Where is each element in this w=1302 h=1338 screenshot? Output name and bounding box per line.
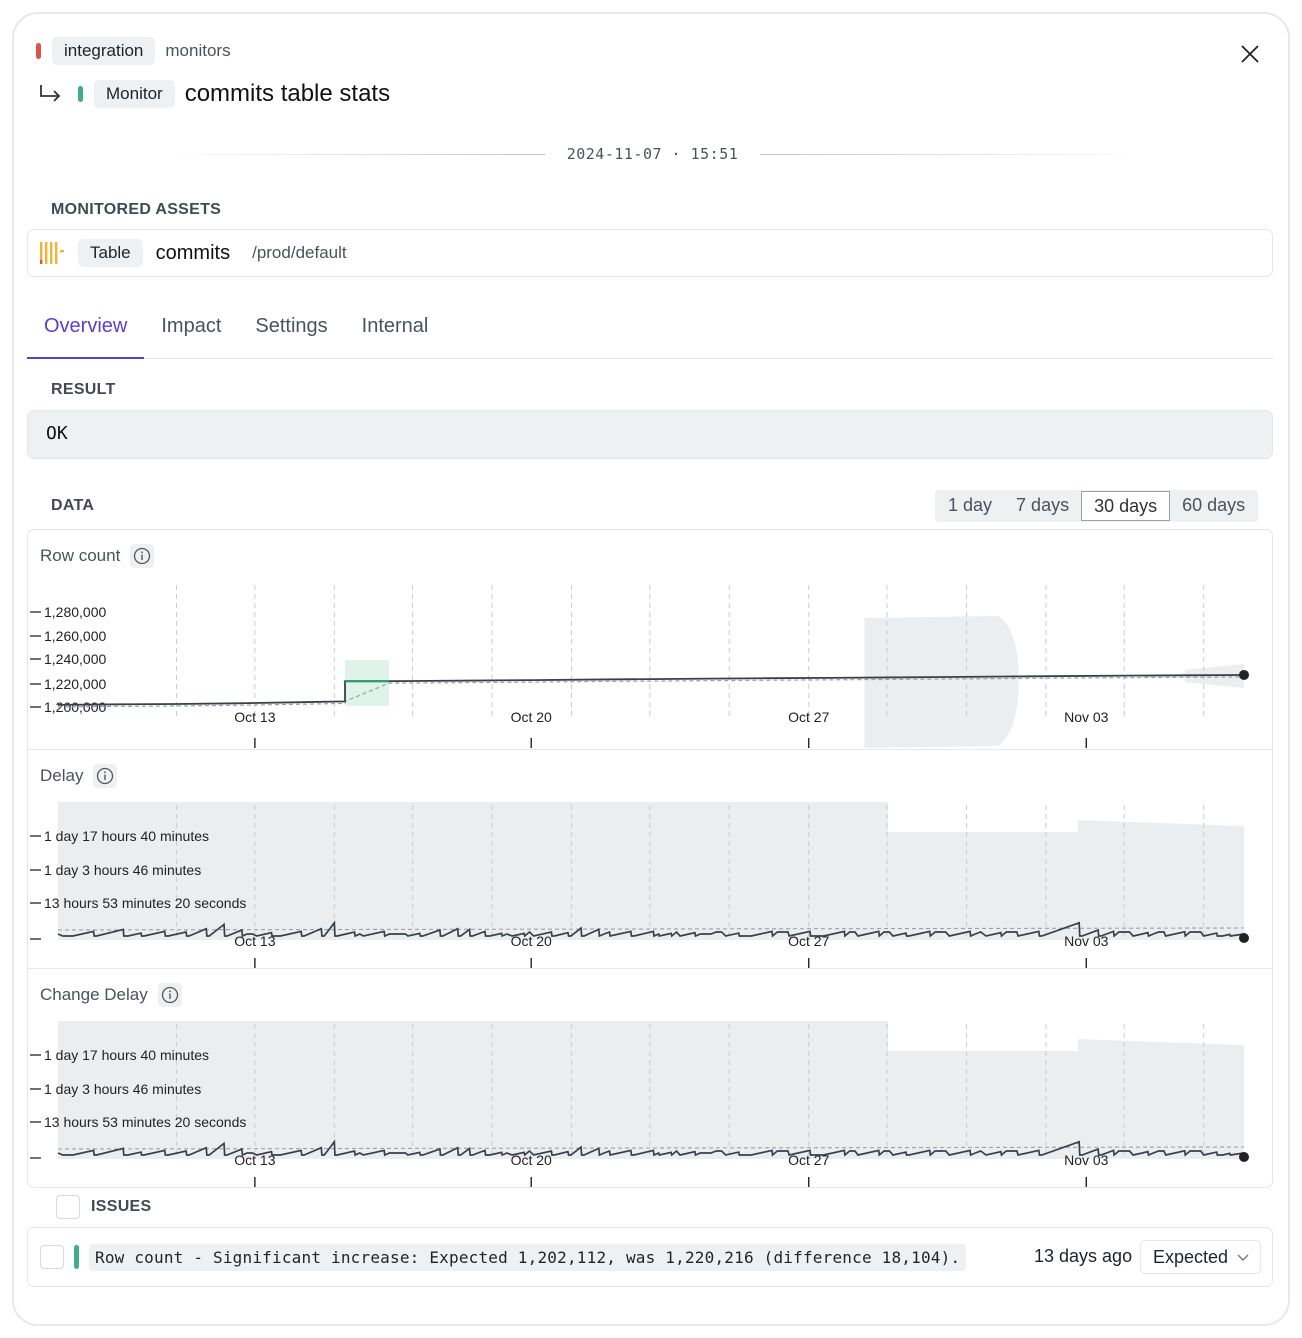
chevron-down-icon [1237, 1254, 1249, 1261]
delay-chart[interactable]: Oct 13 Oct 20 Oct 27 Nov 031 day 17 hours 4… [28, 750, 1273, 969]
latest-point [1239, 1152, 1249, 1162]
issue-age: 13 days ago [1034, 1246, 1133, 1266]
data-heading: DATA [51, 497, 95, 514]
monitor-title-row: Monitor commits table stats [38, 78, 390, 110]
divider-line-right [760, 153, 1145, 155]
y-tick-label: 1 day 17 hours 40 minutes [44, 1047, 209, 1063]
monitored-assets-heading: MONITORED ASSETS [51, 201, 222, 218]
parent-status-indicator [36, 43, 41, 59]
forecast-band [864, 616, 1019, 748]
time-range-selector: 1 day 7 days 30 days 60 days [935, 490, 1259, 522]
row-count-chart[interactable]: Oct 13 Oct 20 Oct 27 Nov 03 1,280,000 1,260,0… [28, 530, 1273, 749]
x-tick-label: Oct 20 [511, 709, 552, 725]
timestamp-divider: 2024-11-07 · 15:51 [160, 140, 1145, 168]
tab-settings[interactable]: Settings [238, 303, 344, 359]
range-60-days-button[interactable]: 60 days [1170, 491, 1257, 521]
range-30-days-button[interactable]: 30 days [1081, 491, 1171, 521]
table-columns-icon [40, 242, 64, 264]
y-tick-label: 1 day 17 hours 40 minutes [44, 828, 209, 844]
expected-range-band [58, 1021, 1244, 1159]
expected-line [57, 676, 1245, 708]
breadcrumb: integration monitors [36, 36, 231, 66]
issue-status-indicator [74, 1245, 79, 1269]
x-tick-label: Oct 27 [788, 709, 829, 725]
delay-chart-panel: Oct 13 Oct 20 Oct 27 Nov 03 1 day 17 hours 4… [28, 749, 1273, 969]
y-tick-label: 1 day 3 hours 46 minutes [44, 862, 201, 878]
tab-bar: Overview Impact Settings Internal [27, 303, 1273, 359]
info-icon[interactable] [130, 544, 155, 568]
parent-type-chip[interactable]: integration [52, 37, 156, 65]
y-tick-label: 1,240,000 [44, 651, 106, 667]
issue-description[interactable]: Row count - Significant increase: Expect… [89, 1243, 967, 1271]
issue-status-value: Expected [1153, 1247, 1229, 1267]
monitored-asset-row[interactable]: Table commits /prod/default [27, 229, 1273, 277]
issue-checkbox[interactable] [40, 1245, 64, 1269]
latest-point [1239, 669, 1249, 680]
delay-chart-title: Delay [40, 764, 118, 788]
y-tick-label: 13 hours 53 minutes 20 seconds [44, 895, 246, 911]
result-heading: RESULT [51, 381, 116, 398]
issue-row[interactable]: Row count - Significant increase: Expect… [27, 1227, 1273, 1287]
asset-path: /prod/default [252, 243, 347, 262]
issues-heading: ISSUES [91, 1198, 152, 1215]
monitor-type-chip: Monitor [94, 80, 175, 108]
monitor-status-indicator [78, 86, 83, 102]
close-icon[interactable] [1236, 40, 1264, 68]
row-count-series [57, 674, 1245, 706]
select-all-issues-checkbox[interactable] [56, 1195, 80, 1219]
tab-impact[interactable]: Impact [144, 303, 238, 359]
row-count-chart-title: Row count [40, 544, 155, 568]
issue-status-select[interactable]: Expected [1140, 1240, 1261, 1274]
range-1-day-button[interactable]: 1 day [936, 491, 1004, 521]
y-tick-label: 1 day 3 hours 46 minutes [44, 1081, 201, 1097]
latest-point [1239, 933, 1249, 943]
y-tick-label: 1,220,000 [44, 676, 106, 692]
divider-line-left [160, 153, 545, 155]
chart-title-text: Change Delay [40, 985, 148, 1004]
x-tick-label: Oct 13 [234, 709, 275, 725]
y-tick-label: 1,280,000 [44, 604, 106, 620]
chart-title-text: Delay [40, 766, 84, 785]
info-glyph [97, 767, 114, 785]
run-timestamp: 2024-11-07 · 15:51 [566, 145, 739, 163]
tab-internal[interactable]: Internal [345, 303, 446, 359]
asset-type-chip: Table [78, 239, 143, 267]
info-glyph [161, 986, 178, 1004]
change-delay-chart-title: Change Delay [40, 983, 182, 1007]
y-tick-label: 1,260,000 [44, 628, 106, 644]
expected-range-band [58, 802, 1244, 940]
change-delay-chart-panel: Oct 13 Oct 20 Oct 27 Nov 03 1 day 17 hours 4… [28, 968, 1273, 1188]
row-count-chart-panel: Oct 13 Oct 20 Oct 27 Nov 03 1,280,000 1,260,0… [28, 530, 1273, 749]
y-tick-label: 13 hours 53 minutes 20 seconds [44, 1114, 246, 1130]
asset-name[interactable]: commits [156, 242, 230, 265]
charts-container: Oct 13 Oct 20 Oct 27 Nov 03 1,280,000 1,260,0… [27, 529, 1273, 1188]
tab-overview[interactable]: Overview [27, 303, 145, 359]
chart-title-text: Row count [40, 546, 121, 565]
range-7-days-button[interactable]: 7 days [1004, 491, 1081, 521]
page-title: commits table stats [184, 80, 391, 107]
return-arrow-icon [40, 85, 61, 102]
issues-header: ISSUES [56, 1195, 152, 1219]
info-icon[interactable] [157, 983, 182, 1007]
x-tick-label: Nov 03 [1064, 709, 1109, 725]
result-value: OK [27, 410, 1273, 459]
info-icon[interactable] [93, 764, 118, 788]
change-delay-chart[interactable]: Oct 13 Oct 20 Oct 27 Nov 031 day 17 hours 4… [28, 969, 1273, 1188]
parent-label[interactable]: monitors [165, 41, 230, 61]
info-glyph [134, 547, 151, 565]
